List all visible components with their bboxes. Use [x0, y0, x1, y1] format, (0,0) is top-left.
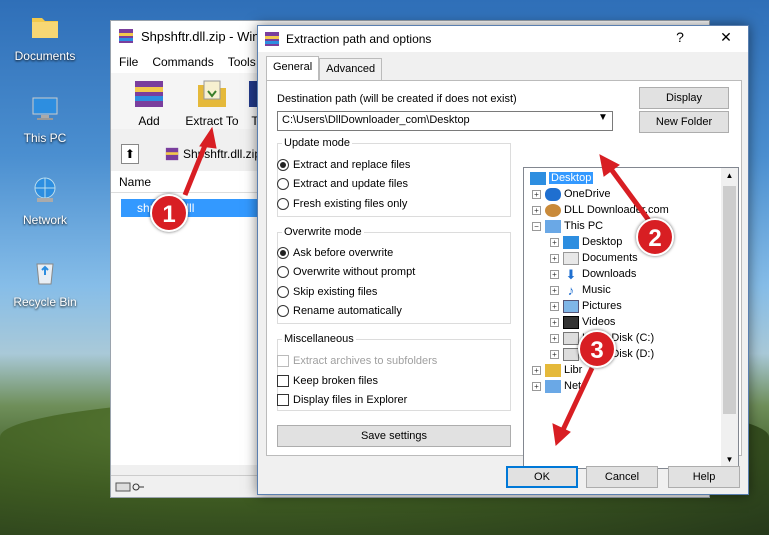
arrow-step-2 [605, 163, 653, 224]
arrow-step-3 [559, 366, 595, 434]
arrow-head-step-1 [199, 126, 217, 149]
arrow-head-step-3 [552, 423, 571, 447]
step-badge-2: 2 [636, 218, 674, 256]
annotation-arrows [182, 126, 653, 447]
step-badge-1: 1 [150, 194, 188, 232]
step-badge-3: 3 [578, 330, 616, 368]
